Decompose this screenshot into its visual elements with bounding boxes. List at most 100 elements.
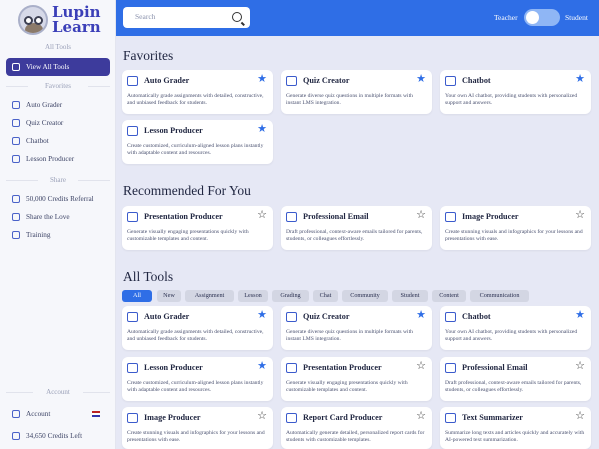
filter-chip-assignment[interactable]: Assignment: [185, 290, 234, 302]
lesson-producer-icon: [127, 363, 138, 373]
tool-card-auto-grader[interactable]: Auto Grader ★ Automatically grade assignme…: [122, 70, 273, 114]
card-description: Generate visually engaging presentations…: [127, 229, 249, 242]
sidebar-item-account[interactable]: Account: [6, 406, 110, 422]
card-description: Your own AI chatbot, providing students …: [445, 93, 578, 106]
filter-chip-student[interactable]: Student: [392, 290, 428, 302]
favorite-star-icon[interactable]: ★: [257, 360, 267, 372]
favorite-star-icon[interactable]: ☆: [575, 209, 585, 221]
card-description: Generate visually engaging presentations…: [286, 380, 408, 393]
favorite-star-icon[interactable]: ☆: [575, 410, 585, 422]
tool-card-chatbot[interactable]: Chatbot ★ Your own AI chatbot, providing s…: [440, 306, 591, 350]
card-title: Report Card Producer: [303, 413, 383, 422]
tool-card-quiz-creator[interactable]: Quiz Creator ★ Generate diverse quiz quest…: [281, 306, 432, 350]
tool-card-text-summarizer[interactable]: Text Summarizer ☆ Summarize long texts and…: [440, 407, 591, 449]
teacher-label: Teacher: [494, 13, 518, 22]
favorite-star-icon[interactable]: ★: [575, 73, 585, 85]
tool-card-auto-grader[interactable]: Auto Grader ★ Automatically grade assignme…: [122, 306, 273, 350]
sidebar-item-lesson-producer[interactable]: Lesson Producer: [6, 151, 110, 167]
tool-card-lesson-producer[interactable]: Lesson Producer ★ Create customized, curri…: [122, 120, 273, 164]
favorite-star-icon[interactable]: ★: [416, 73, 426, 85]
favorite-star-icon[interactable]: ☆: [257, 410, 267, 422]
filter-chip-lesson[interactable]: Lesson: [238, 290, 268, 302]
chatbot-icon: [445, 312, 456, 322]
tool-card-professional-email[interactable]: Professional Email ☆ Draft professional, c…: [281, 206, 432, 250]
card-title: Quiz Creator: [303, 312, 350, 321]
tool-card-lesson-producer[interactable]: Lesson Producer ★ Create customized, curri…: [122, 357, 273, 401]
card-title: Lesson Producer: [144, 126, 203, 135]
filter-chip-all[interactable]: All: [122, 290, 152, 302]
search-icon[interactable]: [232, 12, 242, 22]
card-title: Chatbot: [462, 76, 491, 85]
professional-email-icon: [445, 363, 456, 373]
professional-email-icon: [286, 212, 297, 222]
filter-chip-community[interactable]: Community: [342, 290, 388, 302]
teacher-student-toggle[interactable]: [524, 9, 560, 26]
favorite-star-icon[interactable]: ★: [257, 123, 267, 135]
chatbot-icon: [445, 76, 456, 86]
card-title: Professional Email: [462, 363, 528, 372]
tool-card-professional-email[interactable]: Professional Email ☆ Draft professional, c…: [440, 357, 591, 401]
card-title: Auto Grader: [144, 312, 190, 321]
all-tools-heading: All Tools: [123, 269, 174, 284]
tool-card-image-producer[interactable]: Image Producer ☆ Create stunning visuals a…: [122, 407, 273, 449]
top-bar: Search Teacher Student: [116, 0, 599, 36]
card-description: Automatically generate detailed, persona…: [286, 430, 425, 443]
tool-card-quiz-creator[interactable]: Quiz Creator ★ Generate diverse quiz quest…: [281, 70, 432, 114]
card-title: Auto Grader: [144, 76, 190, 85]
filter-chip-chat[interactable]: Chat: [313, 290, 338, 302]
owl-logo-icon: [18, 5, 48, 35]
us-flag-icon[interactable]: [92, 411, 100, 417]
presentation-producer-icon: [286, 363, 297, 373]
filter-chip-content[interactable]: Content: [432, 290, 466, 302]
filter-chip-new[interactable]: New: [157, 290, 181, 302]
favorite-star-icon[interactable]: ☆: [575, 360, 585, 372]
card-title: Image Producer: [144, 413, 201, 422]
filter-chip-communication[interactable]: Communication: [470, 290, 529, 302]
card-title: Lesson Producer: [144, 363, 203, 372]
favorite-star-icon[interactable]: ☆: [416, 360, 426, 372]
favorite-star-icon[interactable]: ★: [575, 309, 585, 321]
tool-card-image-producer[interactable]: Image Producer ☆ Create stunning visuals a…: [440, 206, 591, 250]
favorite-star-icon[interactable]: ★: [257, 309, 267, 321]
card-description: Draft professional, context-aware emails…: [286, 229, 423, 242]
section-title-account: Account: [33, 388, 83, 396]
sidebar-item-view-all-tools[interactable]: View All Tools: [6, 58, 110, 76]
sidebar: Lupin Learn All Tools View All Tools Fav…: [0, 0, 116, 449]
auto-grader-icon: [127, 312, 138, 322]
user-icon: [12, 410, 20, 418]
brand-logo[interactable]: Lupin Learn: [8, 3, 108, 39]
training-icon: [12, 231, 20, 239]
sidebar-item-quiz-creator[interactable]: Quiz Creator: [6, 115, 110, 131]
gift-icon: [12, 195, 20, 203]
favorite-star-icon[interactable]: ☆: [416, 209, 426, 221]
sidebar-item-auto-grader[interactable]: Auto Grader: [6, 97, 110, 113]
tool-card-report-card-producer[interactable]: Report Card Producer ☆ Automatically gener…: [281, 407, 432, 449]
card-title: Quiz Creator: [303, 76, 350, 85]
favorite-star-icon[interactable]: ★: [257, 73, 267, 85]
card-title: Presentation Producer: [303, 363, 382, 372]
card-description: Summarize long texts and articles quickl…: [445, 430, 585, 443]
favorite-star-icon[interactable]: ☆: [416, 410, 426, 422]
tool-card-chatbot[interactable]: Chatbot ★ Your own AI chatbot, providing s…: [440, 70, 591, 114]
report-card-producer-icon: [286, 413, 297, 423]
card-description: Automatically grade assignments with det…: [127, 329, 264, 342]
sidebar-item-chatbot[interactable]: Chatbot: [6, 133, 110, 149]
filter-chip-grading[interactable]: Grading: [272, 290, 309, 302]
quiz-icon: [12, 119, 20, 127]
tool-card-presentation-producer[interactable]: Presentation Producer ☆ Generate visually …: [122, 206, 273, 250]
sidebar-item-share-the-love[interactable]: Share the Love: [6, 209, 110, 225]
section-title-favorites: Favorites: [28, 82, 88, 90]
tool-card-presentation-producer[interactable]: Presentation Producer ☆ Generate visually …: [281, 357, 432, 401]
section-title-all-tools: All Tools: [44, 43, 72, 51]
search-input[interactable]: Search: [123, 7, 250, 28]
image-producer-icon: [127, 413, 138, 423]
card-description: Generate diverse quiz questions in multi…: [286, 329, 413, 342]
favorite-star-icon[interactable]: ☆: [257, 209, 267, 221]
sidebar-item-referral[interactable]: 50,000 Credits Referral: [6, 191, 110, 207]
sidebar-item-credits[interactable]: 34,650 Credits Left: [6, 428, 110, 444]
card-title: Text Summarizer: [462, 413, 523, 422]
sidebar-item-training[interactable]: Training: [6, 227, 110, 243]
chatbot-icon: [12, 137, 20, 145]
favorite-star-icon[interactable]: ★: [416, 309, 426, 321]
card-description: Your own AI chatbot, providing students …: [445, 329, 578, 342]
